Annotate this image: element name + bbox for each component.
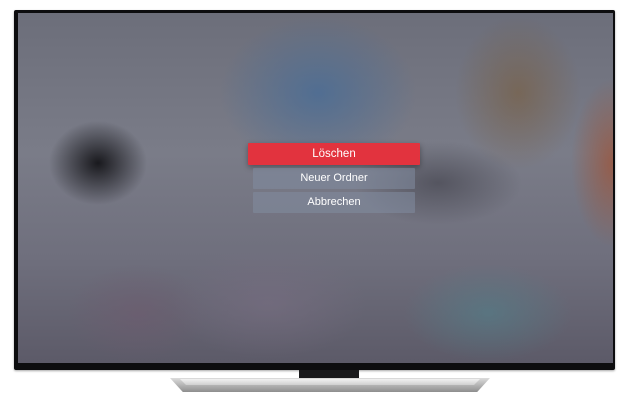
action-menu: Löschen Neuer Ordner Abbrechen [248,143,420,216]
tv-stand-highlight [180,379,480,385]
cancel-button[interactable]: Abbrechen [253,192,415,213]
tv-stand-neck [299,370,359,378]
new-folder-button[interactable]: Neuer Ordner [253,168,415,189]
tv-screen: Löschen Neuer Ordner Abbrechen [18,13,613,363]
tv-device: Löschen Neuer Ordner Abbrechen [0,0,629,397]
delete-button[interactable]: Löschen [248,143,420,165]
